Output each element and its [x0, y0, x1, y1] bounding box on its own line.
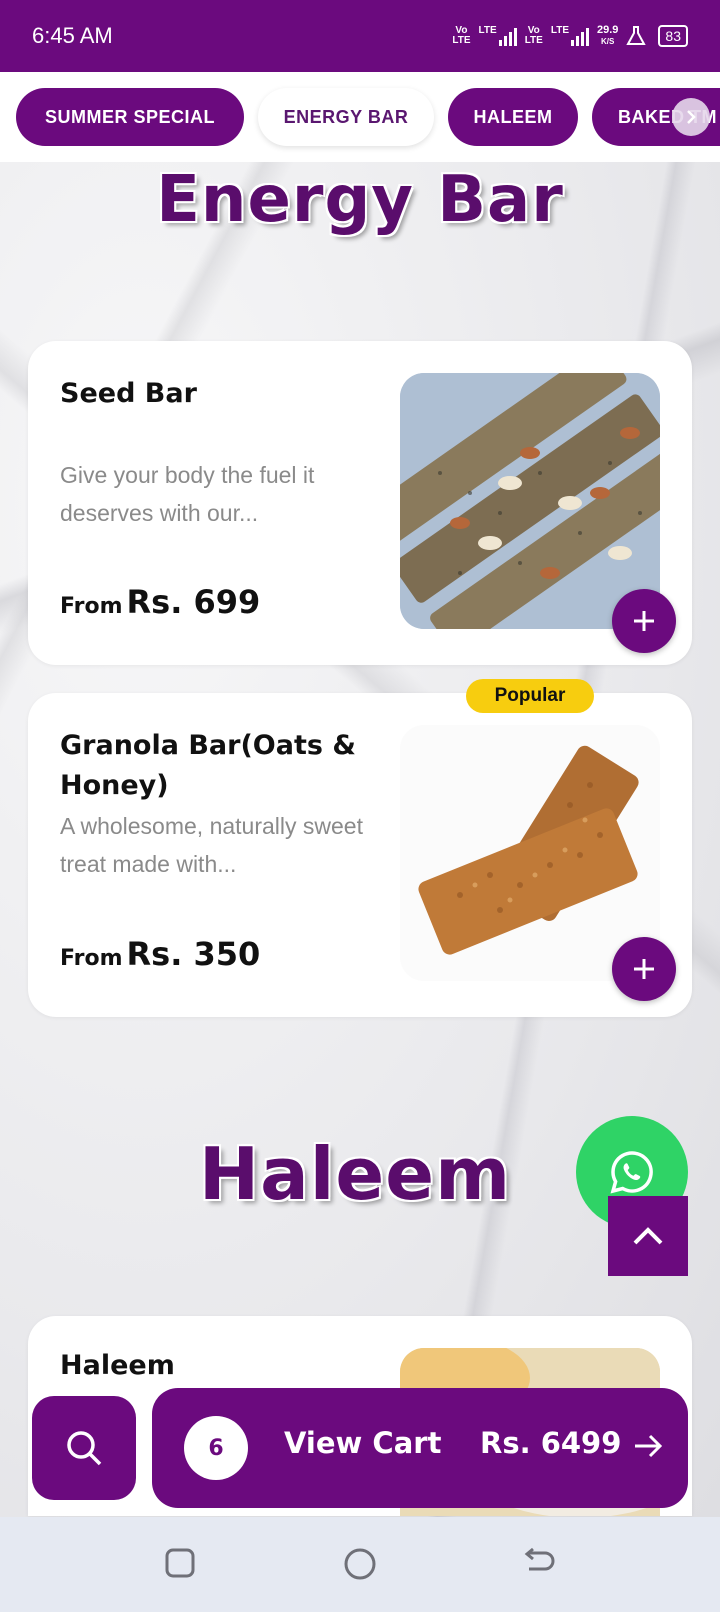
- price-prefix: From: [60, 594, 123, 619]
- plus-icon: [634, 959, 654, 979]
- add-to-cart-button[interactable]: [612, 589, 676, 653]
- chevron-right-icon: [687, 110, 696, 124]
- plus-icon: [634, 611, 654, 631]
- battery-icon: 83: [658, 25, 688, 47]
- product-name: Granola Bar(Oats & Honey): [60, 730, 356, 801]
- lte-label-1: LTE: [478, 25, 497, 36]
- granola-bar-photo[interactable]: [400, 725, 660, 981]
- system-nav-bar: [0, 1517, 720, 1612]
- add-to-cart-button[interactable]: [612, 937, 676, 1001]
- product-card[interactable]: Granola Bar(Oats & Honey) A wholesome, n…: [28, 693, 692, 1017]
- price-amount: Rs. 699: [126, 583, 261, 621]
- tab-summer-special[interactable]: SUMMER SPECIAL: [16, 88, 244, 146]
- price-amount: Rs. 350: [126, 935, 261, 973]
- product-name: Haleem: [60, 1350, 175, 1381]
- speed-value: 29.9: [597, 24, 619, 36]
- status-bar: 6:45 AM Vo LTE LTE Vo LTE LTE 29.9 K/S 8…: [0, 0, 720, 72]
- volte-label-1: Vo LTE: [452, 25, 471, 46]
- flask-icon: [626, 26, 647, 45]
- back-button[interactable]: [523, 1547, 557, 1579]
- lte-label-2: LTE: [550, 25, 569, 36]
- price-prefix: From: [60, 946, 123, 971]
- status-time: 6:45 AM: [32, 23, 113, 48]
- product-price: From Rs. 350: [60, 935, 260, 973]
- signal-icon-2: LTE: [551, 26, 589, 46]
- cart-total: Rs. 6499: [480, 1426, 622, 1460]
- network-speed: 29.9 K/S: [597, 25, 618, 47]
- home-button[interactable]: [343, 1547, 377, 1581]
- tabs-scroll-right-button[interactable]: [672, 98, 710, 136]
- status-icons: Vo LTE LTE Vo LTE LTE 29.9 K/S 83: [452, 25, 688, 47]
- tab-haleem[interactable]: HALEEM: [448, 88, 578, 146]
- view-cart-label: View Cart: [284, 1426, 442, 1460]
- chevron-up-icon: [633, 1227, 663, 1245]
- granola-bar-image: [400, 725, 660, 981]
- tab-energy-bar[interactable]: ENERGY BAR: [258, 88, 434, 146]
- cart-count-badge: 6: [184, 1416, 248, 1480]
- speed-unit: K/S: [601, 37, 615, 46]
- recent-apps-button[interactable]: [164, 1547, 196, 1579]
- whatsapp-icon: [610, 1151, 653, 1194]
- product-card[interactable]: Seed Bar Give your body the fuel it dese…: [28, 341, 692, 665]
- product-name: Seed Bar: [60, 378, 197, 409]
- product-description: A wholesome, naturally sweet treat made …: [60, 813, 363, 877]
- seed-bar-image: [400, 373, 660, 629]
- search-icon: [67, 1431, 102, 1466]
- section-heading-energy-bar: Energy Bar: [156, 163, 564, 237]
- signal-icon-1: LTE: [479, 26, 517, 46]
- arrow-right-icon: [635, 1434, 663, 1458]
- scroll-to-top-button[interactable]: [608, 1196, 688, 1276]
- seed-bar-photo[interactable]: [400, 373, 660, 629]
- popular-badge: Popular: [466, 679, 594, 713]
- category-tabs: SUMMER SPECIAL ENERGY BAR HALEEM BAKED T…: [0, 72, 720, 162]
- search-button[interactable]: [32, 1396, 136, 1500]
- view-cart-button[interactable]: 6 View Cart Rs. 6499: [152, 1388, 688, 1508]
- product-description: Give your body the fuel it deserves with…: [60, 462, 315, 526]
- volte-label-2: Vo LTE: [524, 25, 543, 46]
- product-price: From Rs. 699: [60, 583, 260, 621]
